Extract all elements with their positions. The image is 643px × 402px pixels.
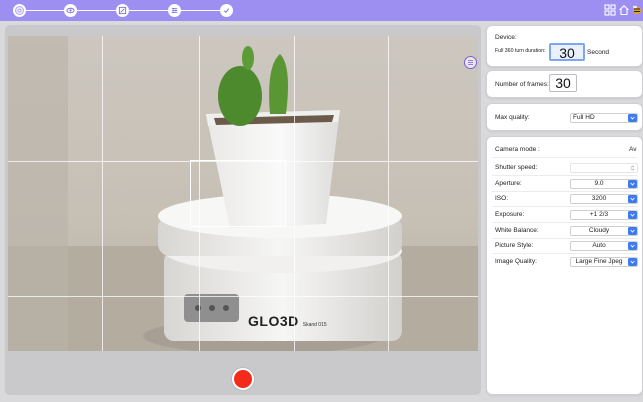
check-icon — [223, 8, 230, 14]
focus-area[interactable] — [190, 160, 286, 227]
chevron-down-icon — [628, 227, 637, 235]
step-connector — [128, 10, 168, 11]
step-adjust[interactable] — [168, 4, 181, 17]
aperture-label: Aperture: — [495, 180, 522, 187]
shutter-speed-label: Shutter speed: — [495, 164, 538, 171]
shutter-speed-select — [570, 163, 638, 173]
grid-line — [102, 36, 103, 351]
max-quality-panel: Max quality: Full HD — [486, 103, 643, 131]
image-quality-select[interactable]: Large Fine Jpeg — [570, 257, 638, 267]
picture-style-select[interactable]: Auto — [570, 241, 638, 251]
grid-line — [294, 36, 295, 351]
grid-line — [388, 36, 389, 351]
grid-line — [8, 296, 478, 297]
iso-value: 3200 — [591, 195, 607, 202]
exposure-label: Exposure: — [495, 211, 525, 218]
white-balance-label: White Balance: — [495, 227, 539, 234]
grid-toggle-button[interactable] — [464, 56, 477, 69]
turn-duration-unit: Second — [587, 49, 610, 56]
aperture-select[interactable]: 9.0 — [570, 179, 638, 189]
frames-label: Number of frames: — [495, 81, 549, 88]
frames-panel: Number of frames: 30 — [486, 70, 643, 98]
record-button[interactable] — [232, 368, 254, 390]
camera-settings-panel: Camera mode : Av Shutter speed: Aperture… — [486, 136, 643, 395]
brand-logo: GLO3D — [248, 313, 299, 329]
image-quality-label: Image Quality: — [495, 258, 537, 265]
white-balance-value: Cloudy — [588, 227, 610, 234]
live-view[interactable]: GLO3D Skand 015 — [8, 36, 478, 351]
max-quality-label: Max quality: — [495, 114, 530, 121]
divider — [492, 191, 637, 192]
divider — [492, 238, 637, 239]
divider — [492, 222, 637, 223]
home-icon[interactable] — [618, 4, 630, 16]
chevron-down-icon — [628, 211, 637, 219]
step-finish[interactable] — [220, 4, 233, 17]
iso-label: ISO: — [495, 195, 509, 202]
eye-icon — [66, 7, 75, 14]
frames-input[interactable]: 30 — [549, 74, 577, 92]
max-quality-value: Full HD — [573, 114, 595, 121]
image-quality-value: Large Fine Jpeg — [575, 258, 623, 265]
turntable-icon — [16, 7, 23, 14]
sliders-icon — [171, 7, 178, 14]
updown-icon — [628, 164, 637, 172]
edit-icon — [118, 6, 127, 15]
grid-view-icon[interactable] — [604, 4, 616, 16]
chevron-down-icon — [628, 114, 637, 122]
exposure-select[interactable]: +1 2/3 — [570, 210, 638, 220]
camera-preview-panel: GLO3D Skand 015 — [5, 25, 481, 395]
divider — [492, 175, 637, 176]
camera-mode-label: Camera mode : — [495, 146, 540, 153]
iso-select[interactable]: 3200 — [570, 194, 638, 204]
chevron-down-icon — [628, 242, 637, 250]
bee-logo-icon[interactable] — [631, 4, 643, 16]
divider — [492, 206, 637, 207]
chevron-down-icon — [628, 195, 637, 203]
picture-style-label: Picture Style: — [495, 242, 534, 249]
device-label: Device: — [495, 34, 517, 41]
divider — [492, 253, 637, 254]
step-connector — [180, 10, 220, 11]
divider — [492, 157, 637, 158]
turntable-branding: GLO3D Skand 015 — [248, 313, 327, 329]
device-panel: Device: Full 360 turn duration: 30 Secon… — [486, 25, 643, 67]
step-connector — [26, 10, 64, 11]
max-quality-select[interactable]: Full HD — [570, 113, 638, 123]
brand-model: Skand 015 — [302, 322, 327, 328]
turn-duration-input[interactable]: 30 — [549, 43, 585, 61]
camera-mode-value: Av — [629, 146, 637, 153]
chevron-down-icon — [628, 258, 637, 266]
step-connector — [76, 10, 116, 11]
exposure-value: +1 2/3 — [589, 211, 609, 218]
white-balance-select[interactable]: Cloudy — [570, 226, 638, 236]
picture-style-value: Auto — [592, 242, 606, 249]
aperture-value: 9.0 — [594, 180, 604, 187]
top-toolbar — [0, 0, 643, 21]
list-icon — [468, 60, 473, 65]
step-preview[interactable] — [64, 4, 77, 17]
chevron-down-icon — [628, 180, 637, 188]
turn-duration-label: Full 360 turn duration: — [495, 48, 546, 54]
step-edit[interactable] — [116, 4, 129, 17]
step-turntable[interactable] — [13, 4, 26, 17]
